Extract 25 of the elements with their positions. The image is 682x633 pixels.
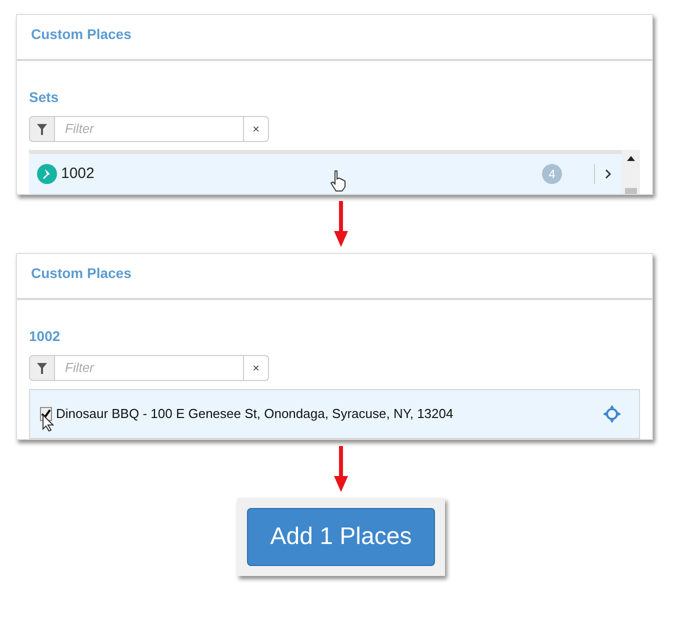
panel-title: Custom Places xyxy=(31,265,132,281)
scrollbar[interactable] xyxy=(622,150,640,194)
count-badge: 4 xyxy=(542,164,562,184)
filter-field[interactable]: Filter xyxy=(55,355,243,381)
clear-button[interactable]: × xyxy=(243,355,269,381)
chevron-right-icon[interactable] xyxy=(604,168,612,180)
set-name: 1002 xyxy=(61,164,94,184)
filter-icon xyxy=(29,355,55,381)
hand-cursor-icon xyxy=(330,170,346,192)
scroll-thumb[interactable] xyxy=(625,188,637,194)
add-places-button[interactable]: Add 1 Places xyxy=(247,508,435,566)
place-address: Dinosaur BBQ - 100 E Genesee St, Onondaga, Syracuse, NY, 13204 xyxy=(56,405,454,424)
scroll-up-icon[interactable] xyxy=(627,156,635,161)
clear-button[interactable]: × xyxy=(243,116,269,142)
filter-field[interactable]: Filter xyxy=(55,116,243,142)
panel-title: Custom Places xyxy=(31,26,132,42)
filter-icon xyxy=(29,116,55,142)
place-row[interactable]: Dinosaur BBQ - 100 E Genesee St, Onondaga, Syracuse, NY, 13204 xyxy=(29,389,640,439)
crosshair-icon[interactable] xyxy=(603,405,621,423)
arrow-cursor-icon xyxy=(42,414,54,432)
set-row[interactable]: 1002 4 xyxy=(29,150,622,194)
section-heading: Sets xyxy=(29,88,59,107)
down-arrow-icon xyxy=(334,446,348,492)
down-arrow-icon xyxy=(334,201,348,247)
section-heading: 1002 xyxy=(29,327,60,346)
